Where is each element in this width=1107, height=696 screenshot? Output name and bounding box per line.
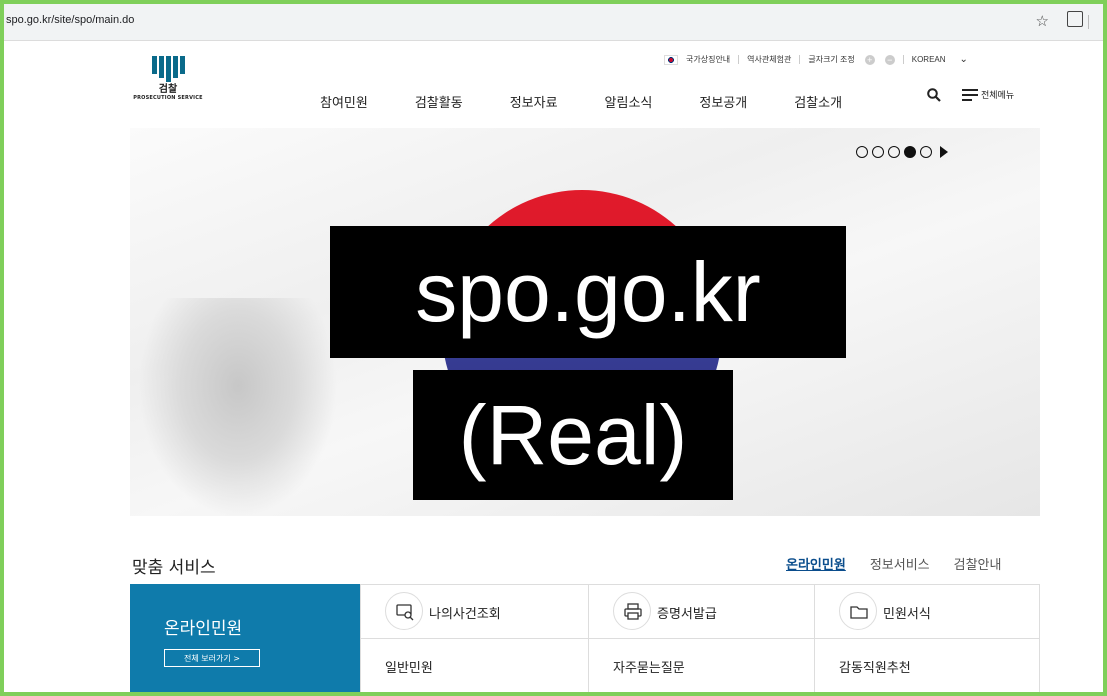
- nav-item-news[interactable]: 알림소식: [605, 92, 653, 111]
- nav-item-civil[interactable]: 참여민원: [320, 92, 368, 111]
- divider: [738, 55, 740, 64]
- taegukgi-flag-icon: [664, 54, 678, 65]
- tab-online-civil[interactable]: 온라인민원: [786, 554, 846, 573]
- search-icon[interactable]: [927, 88, 941, 102]
- nav-item-disclosure[interactable]: 정보공개: [699, 92, 747, 111]
- service-label: 증명서발급: [657, 607, 717, 622]
- url-text[interactable]: spo.go.kr/site/spo/main.do: [6, 14, 134, 26]
- utility-menu: 국가상징안내 역사관체험관 글자크기 조정 + − KOREAN ⌄: [664, 54, 976, 65]
- service-label: 일반민원: [385, 661, 433, 676]
- service-general[interactable]: 일반민원: [360, 639, 588, 692]
- service-label: 감동직원추천: [839, 661, 911, 676]
- all-menu-button[interactable]: 전체메뉴: [962, 88, 1014, 101]
- site-logo[interactable]: 검찰 PROSECUTION SERVICE: [128, 56, 208, 101]
- logo-text-ko: 검찰: [158, 84, 178, 95]
- nav-item-about[interactable]: 검찰소개: [794, 92, 842, 111]
- folder-icon: [839, 592, 877, 630]
- menu-icon: [962, 88, 978, 101]
- service-label: 민원서식: [883, 607, 931, 622]
- service-forms[interactable]: 민원서식: [814, 585, 1039, 639]
- case-search-icon: [385, 592, 423, 630]
- online-civil-title: 온라인민원: [164, 619, 243, 639]
- font-decrease-button[interactable]: −: [884, 54, 895, 65]
- tab-prosecution-guide[interactable]: 검찰안내: [954, 554, 1002, 573]
- utility-font-size: 글자크기 조정: [808, 55, 855, 64]
- view-all-button[interactable]: 전체 보러가기 >: [164, 649, 260, 667]
- address-bar[interactable]: spo.go.kr/site/spo/main.do ☆: [4, 4, 1103, 41]
- logo-emblem-icon: [128, 56, 208, 82]
- all-menu-label: 전체메뉴: [981, 91, 1015, 101]
- language-select[interactable]: KOREAN: [912, 55, 946, 64]
- chevron-down-icon[interactable]: ⌄: [960, 54, 968, 65]
- hero-person-image: [138, 298, 338, 516]
- service-grid: 나의사건조회 증명서발급 민원서식 일반민원 자주묻는질문 감동직원추천: [360, 584, 1040, 692]
- divider: [799, 55, 801, 64]
- service-faq[interactable]: 자주묻는질문: [588, 639, 814, 692]
- main-nav: 참여민원 검찰활동 정보자료 알림소식 정보공개 검찰소개: [320, 92, 889, 111]
- nav-item-resources[interactable]: 정보자료: [510, 92, 558, 111]
- slide-dot[interactable]: [856, 146, 868, 158]
- services-tabs: 온라인민원 정보서비스 검찰안내: [786, 554, 1001, 573]
- slide-dot[interactable]: [888, 146, 900, 158]
- utility-national-symbols[interactable]: 국가상징안내: [686, 54, 730, 65]
- slide-dot-active[interactable]: [904, 146, 916, 158]
- slide-dot[interactable]: [872, 146, 884, 158]
- service-recommend[interactable]: 감동직원추천: [814, 639, 1039, 692]
- extension-icon[interactable]: [1067, 11, 1089, 29]
- browser-viewport: spo.go.kr/site/spo/main.do ☆ 국가상징안내 역사관체…: [4, 4, 1103, 692]
- nav-item-activities[interactable]: 검찰활동: [415, 92, 463, 111]
- slide-indicator: [856, 146, 948, 158]
- play-icon[interactable]: [940, 146, 948, 158]
- star-icon[interactable]: ☆: [1036, 12, 1049, 30]
- overlay-label-real: (Real): [413, 370, 733, 500]
- service-my-case[interactable]: 나의사건조회: [360, 585, 588, 639]
- slide-dot[interactable]: [920, 146, 932, 158]
- printer-icon: [613, 592, 651, 630]
- divider: [902, 55, 904, 64]
- service-label: 나의사건조회: [429, 607, 501, 622]
- service-certificate[interactable]: 증명서발급: [588, 585, 814, 639]
- font-increase-button[interactable]: +: [864, 54, 875, 65]
- utility-history-hall[interactable]: 역사관체험관: [747, 54, 791, 65]
- tab-info-service[interactable]: 정보서비스: [870, 554, 930, 573]
- services-title: 맞춤 서비스: [132, 558, 216, 578]
- overlay-label-site: spo.go.kr: [330, 226, 846, 358]
- logo-text-en: PROSECUTION SERVICE: [133, 95, 203, 101]
- service-label: 자주묻는질문: [613, 661, 685, 676]
